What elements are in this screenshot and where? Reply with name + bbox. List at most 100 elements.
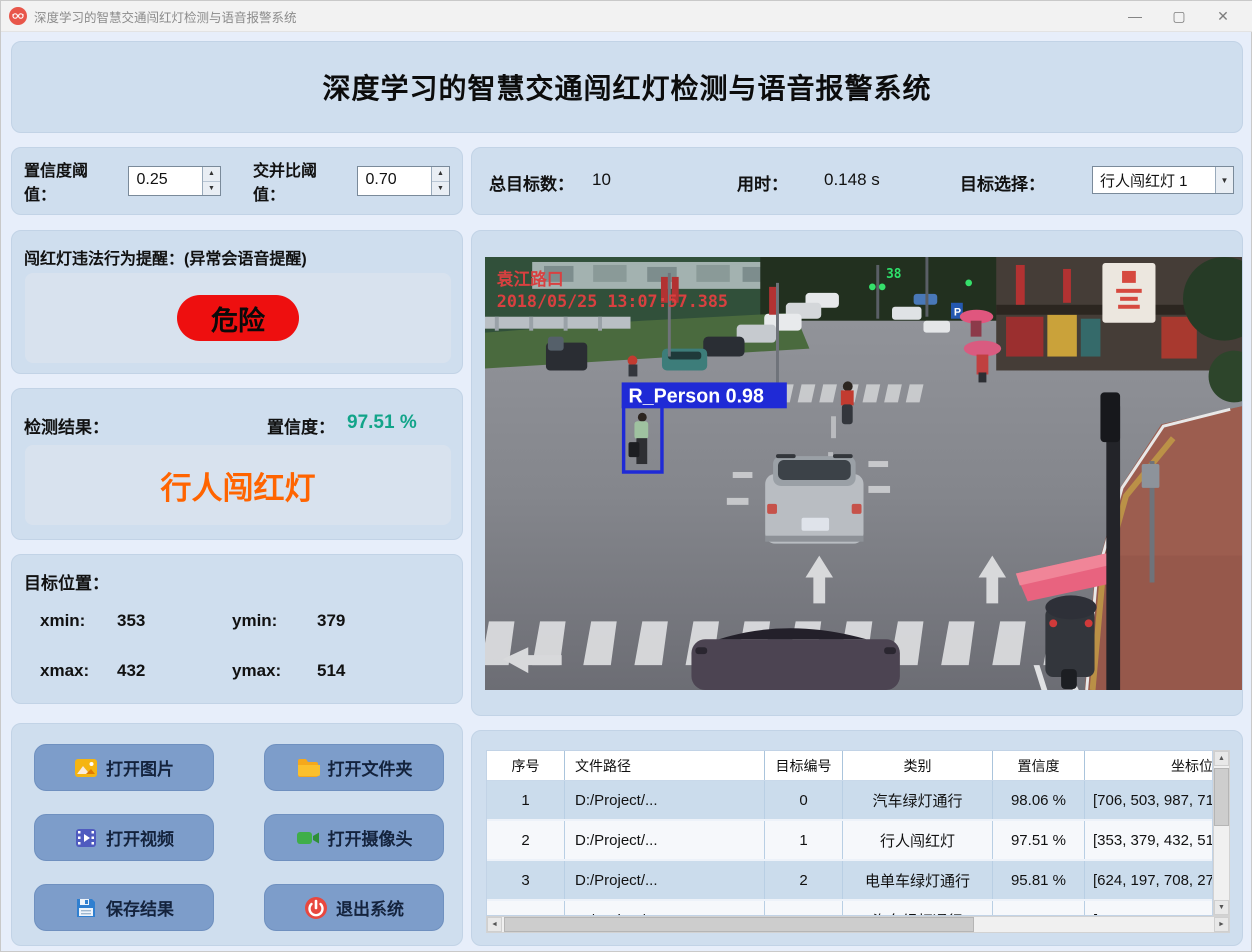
ymin-value: 379 [317, 611, 345, 631]
maximize-button[interactable]: ▢ [1157, 1, 1201, 31]
vscroll-track[interactable] [1214, 766, 1229, 900]
col-header-confidence[interactable]: 置信度 [993, 751, 1085, 780]
ymax-label: ymax: [232, 661, 281, 681]
scroll-down-icon[interactable]: ▼ [1214, 900, 1229, 915]
cell-filepath: D:/Project/... [565, 901, 765, 916]
app-logo-icon [9, 7, 27, 25]
cell-filepath: D:/Project/... [565, 781, 765, 819]
iou-threshold-label: 交并比阈值： [253, 157, 349, 205]
scroll-up-icon[interactable]: ▲ [1214, 751, 1229, 766]
save-results-button[interactable]: 保存结果 [34, 884, 214, 931]
cell-index: 4 [487, 901, 565, 916]
cell-confidence: 98.06 % [993, 781, 1085, 819]
open-folder-button[interactable]: 打开文件夹 [264, 744, 444, 791]
hscroll-track[interactable] [502, 917, 1214, 932]
detection-result-panel: 检测结果： 置信度： 97.51 % 行人闯红灯 [11, 388, 463, 540]
vscroll-thumb[interactable] [1214, 768, 1229, 826]
table-header-row: 序号 文件路径 目标编号 类别 置信度 坐标位置 [487, 751, 1213, 781]
minimize-button[interactable]: — [1113, 1, 1157, 31]
elapsed-time-label: 用时： [737, 170, 788, 195]
video-icon [74, 826, 98, 850]
detections-table-panel: 序号 文件路径 目标编号 类别 置信度 坐标位置 1 D:/Project/..… [471, 730, 1243, 946]
cell-target-id: 1 [765, 821, 843, 859]
cell-coords: [353, 379, 432, 514] [1085, 821, 1213, 859]
exit-system-button[interactable]: 退出系统 [264, 884, 444, 931]
scroll-right-icon[interactable]: ► [1214, 917, 1229, 932]
elapsed-time-value: 0.148 s [824, 170, 880, 190]
suv [765, 454, 863, 544]
cell-target-id: 3 [765, 901, 843, 916]
video-viewer-panel: P [471, 230, 1243, 716]
table-row[interactable]: 1 D:/Project/... 0 汽车绿灯通行 98.06 % [706, … [487, 781, 1213, 821]
ymin-label: ymin: [232, 611, 277, 631]
exit-system-label: 退出系统 [336, 895, 404, 920]
xmax-label: xmax: [40, 661, 89, 681]
col-header-filepath[interactable]: 文件路径 [565, 751, 765, 780]
cell-coords: [706, 503, 987, 711] [1085, 781, 1213, 819]
confidence-threshold-value: 0.25 [129, 167, 203, 195]
page-title: 深度学习的智慧交通闯红灯检测与语音报警系统 [322, 67, 931, 107]
signal-countdown: 38 [886, 267, 901, 282]
target-select-dropdown[interactable]: 行人闯红灯 1 ▼ [1092, 166, 1234, 194]
cell-target-id: 0 [765, 781, 843, 819]
detections-table[interactable]: 序号 文件路径 目标编号 类别 置信度 坐标位置 1 D:/Project/..… [486, 750, 1213, 916]
image-icon [74, 756, 98, 780]
open-camera-button[interactable]: 打开摄像头 [264, 814, 444, 861]
open-camera-label: 打开摄像头 [328, 825, 413, 850]
app-window: 深度学习的智慧交通闯红灯检测与语音报警系统 — ▢ ✕ 深度学习的智慧交通闯红灯… [0, 0, 1252, 952]
threshold-panel: 置信度阈值： 0.25 ▲ ▼ 交并比阈值： 0.70 ▲ ▼ [11, 147, 463, 215]
cell-class: 行人闯红灯 [843, 821, 993, 859]
cell-filepath: D:/Project/... [565, 821, 765, 859]
camera-overlay-timestamp: 2018/05/25 13:07:57.385 [497, 291, 728, 311]
cell-confidence: 94.84 % [993, 901, 1085, 916]
alert-status-box: 危险 [25, 273, 451, 363]
table-row[interactable]: 3 D:/Project/... 2 电单车绿灯通行 95.81 % [624,… [487, 861, 1213, 901]
result-confidence-label: 置信度： [267, 413, 335, 438]
xmin-value: 353 [117, 611, 145, 631]
result-class-box: 行人闯红灯 [25, 445, 451, 525]
iou-threshold-value: 0.70 [358, 167, 432, 195]
open-video-label: 打开视频 [106, 825, 174, 850]
save-icon [74, 896, 98, 920]
cell-coords: [772, 183, 882, 25 [1085, 901, 1213, 916]
target-select-value: 行人闯红灯 1 [1093, 170, 1215, 191]
cell-index: 2 [487, 821, 565, 859]
cell-target-id: 2 [765, 861, 843, 899]
traffic-scene: P [485, 257, 1242, 690]
result-label: 检测结果： [24, 413, 109, 438]
confidence-threshold-spinner[interactable]: 0.25 ▲ ▼ [128, 166, 222, 196]
spin-up-icon[interactable]: ▲ [432, 167, 449, 182]
cell-class: 汽车绿灯通行 [843, 901, 993, 916]
chevron-down-icon[interactable]: ▼ [1215, 167, 1233, 193]
spin-up-icon[interactable]: ▲ [203, 167, 220, 182]
spinner-arrows[interactable]: ▲ ▼ [202, 167, 220, 195]
iou-threshold-spinner[interactable]: 0.70 ▲ ▼ [357, 166, 451, 196]
spin-down-icon[interactable]: ▼ [203, 182, 220, 196]
open-image-button[interactable]: 打开图片 [34, 744, 214, 791]
open-folder-label: 打开文件夹 [328, 755, 413, 780]
spin-down-icon[interactable]: ▼ [432, 182, 449, 196]
cell-confidence: 97.51 % [993, 821, 1085, 859]
spinner-arrows[interactable]: ▲ ▼ [431, 167, 449, 195]
col-header-target-id[interactable]: 目标编号 [765, 751, 843, 780]
col-header-index[interactable]: 序号 [487, 751, 565, 780]
scroll-left-icon[interactable]: ◄ [487, 917, 502, 932]
col-header-class[interactable]: 类别 [843, 751, 993, 780]
open-video-button[interactable]: 打开视频 [34, 814, 214, 861]
cell-class: 电单车绿灯通行 [843, 861, 993, 899]
result-confidence-value: 97.51 % [347, 412, 417, 434]
danger-status-badge: 危险 [177, 295, 299, 341]
table-row[interactable]: 4 D:/Project/... 3 汽车绿灯通行 94.84 % [772, … [487, 901, 1213, 916]
col-header-coords[interactable]: 坐标位置 [1085, 751, 1213, 780]
cell-confidence: 95.81 % [993, 861, 1085, 899]
close-button[interactable]: ✕ [1201, 1, 1245, 31]
table-horizontal-scrollbar[interactable]: ◄ ► [486, 916, 1230, 933]
table-vertical-scrollbar[interactable]: ▲ ▼ [1213, 750, 1230, 916]
hscroll-thumb[interactable] [504, 917, 974, 932]
header-panel: 深度学习的智慧交通闯红灯检测与语音报警系统 [11, 41, 1243, 133]
stats-panel: 总目标数： 10 用时： 0.148 s 目标选择： 行人闯红灯 1 ▼ [471, 147, 1243, 215]
table-row[interactable]: 2 D:/Project/... 1 行人闯红灯 97.51 % [353, 3… [487, 821, 1213, 861]
folder-icon [296, 756, 320, 780]
confidence-threshold-label: 置信度阈值： [24, 157, 120, 205]
cell-index: 3 [487, 861, 565, 899]
